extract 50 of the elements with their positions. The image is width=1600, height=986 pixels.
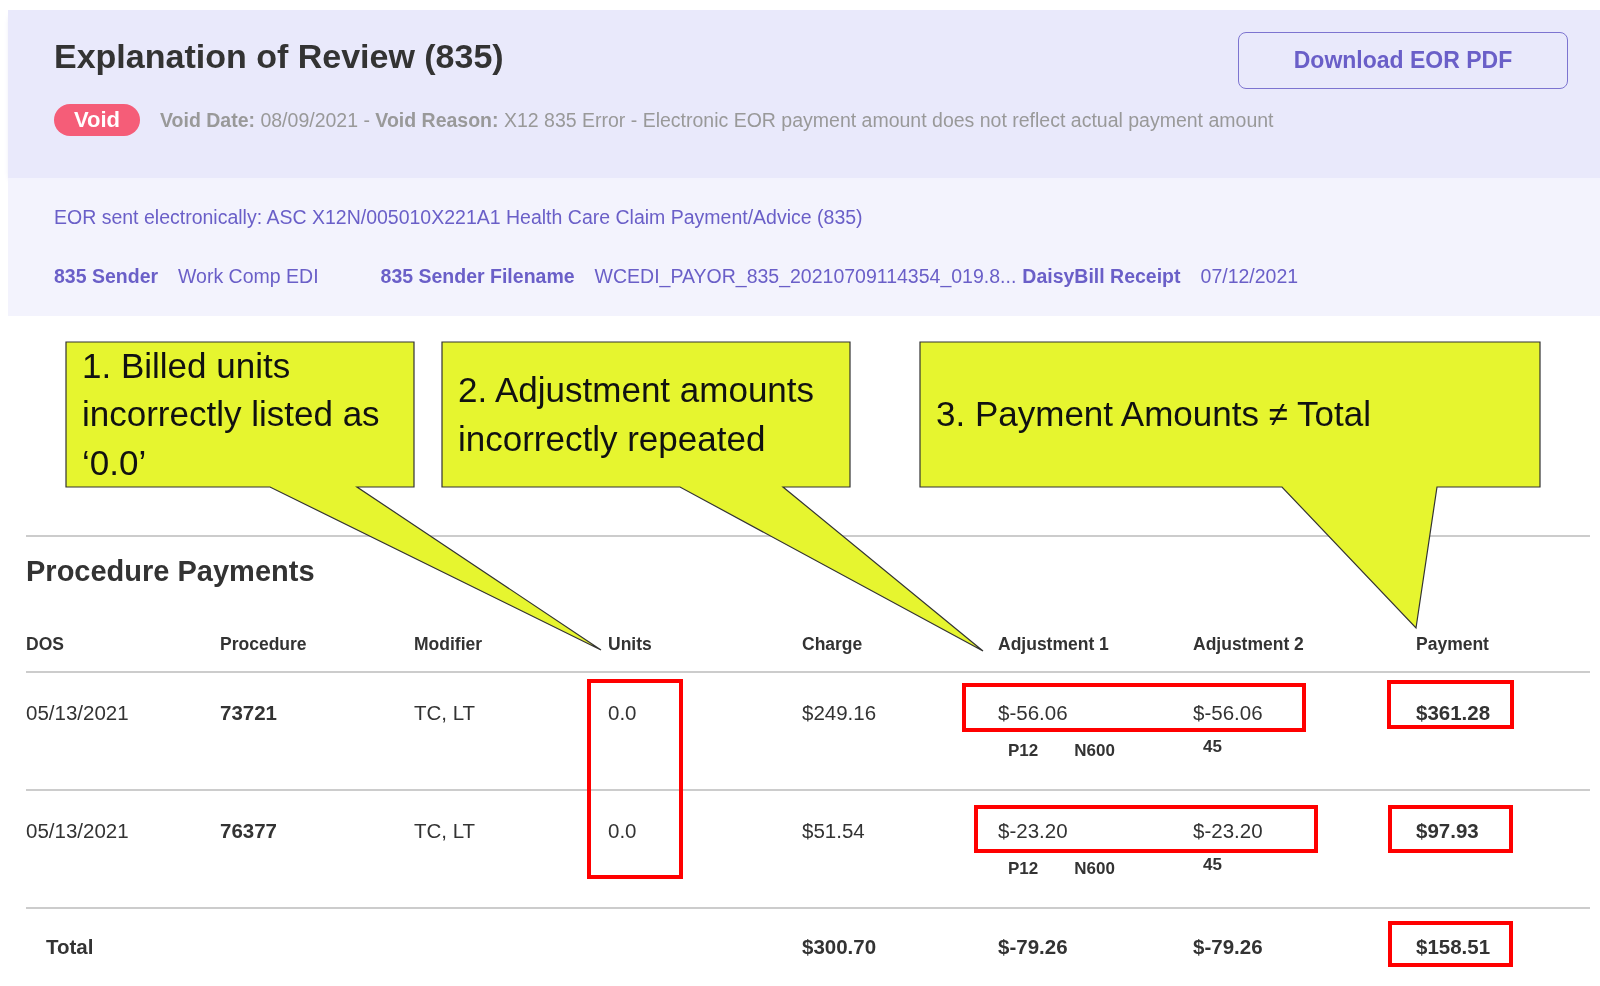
transmission-text: EOR sent electronically: ASC X12N/005010X221A1 Health Care Claim Payment/Advice (835)	[54, 206, 864, 229]
table-cell-text: 73721	[220, 701, 277, 726]
table-cell-text: $-23.20	[998, 819, 1069, 843]
table-cell-text: $-56.06	[1193, 701, 1264, 725]
status-badge: Void	[54, 104, 141, 136]
table-cell-text: TC, LT	[414, 819, 476, 844]
table-cell-text: 0.0	[608, 701, 637, 726]
adjustment-code: 45	[1203, 855, 1222, 875]
column-header: Adjustment 1	[998, 634, 1109, 655]
table-cell-text: $51.54	[802, 819, 865, 844]
table-cell-text: $249.16	[802, 701, 877, 726]
section-title: Procedure Payments	[26, 555, 316, 588]
table-cell-text: 0.0	[608, 819, 637, 844]
adjustment-code: N600	[1074, 859, 1115, 879]
callout-text: 1. Billed units incorrectly listed as ‘0.0’	[82, 345, 381, 484]
callout-text: 3. Payment Amounts ≠ Total	[936, 393, 1372, 436]
column-header: Charge	[802, 634, 863, 655]
total-label: Total	[45, 935, 94, 959]
adjustment-code: 45	[1203, 737, 1222, 757]
table-cell-text: $97.93	[1416, 819, 1479, 844]
table-cell-text: $-56.06	[998, 701, 1069, 725]
field-label: 835 Sender Filename	[380, 265, 575, 288]
column-header: Procedure	[220, 634, 307, 655]
table-cell: $158.51	[1416, 935, 1491, 959]
table-cell: $-79.26	[1193, 935, 1263, 959]
table-cell: $-79.26	[998, 935, 1068, 959]
field-value: WCEDI_PAYOR_835_20210709114354_019.8...	[594, 265, 1017, 288]
field-value: Work Comp EDI	[178, 265, 319, 288]
column-header: Adjustment 2	[1193, 634, 1304, 655]
table-cell-text: $361.28	[1416, 701, 1491, 726]
column-header: DOS	[26, 634, 64, 655]
table-cell-text: TC, LT	[414, 701, 476, 726]
table-cell-text: 76377	[220, 819, 277, 844]
adjustment-code: P12	[1008, 859, 1039, 879]
table-cell-text: $-23.20	[1193, 819, 1264, 843]
void-info: Void Date: 08/09/2021 - Void Reason: X12 835 Error - Electronic EOR payment amount does not reflect actual payment amount	[160, 108, 1274, 132]
download-button[interactable]: Download EOR PDF	[1238, 31, 1568, 89]
field-label: DaisyBill Receipt	[1022, 265, 1181, 288]
table-cell-text: 05/13/2021	[26, 819, 129, 844]
field-label: 835 Sender	[54, 265, 159, 288]
column-header: Modifier	[414, 634, 483, 655]
field-value: 07/12/2021	[1200, 265, 1299, 288]
adjustment-code: P12	[1008, 741, 1039, 761]
column-header: Payment	[1416, 634, 1489, 655]
adjustment-code: N600	[1074, 741, 1115, 761]
page-title: Explanation of Review (835)	[54, 36, 504, 76]
table-cell: $300.70	[802, 935, 877, 959]
table-cell-text: 05/13/2021	[26, 701, 129, 726]
column-header: Units	[608, 634, 652, 655]
callout-text: 2. Adjustment amounts incorrectly repeated	[458, 369, 816, 460]
